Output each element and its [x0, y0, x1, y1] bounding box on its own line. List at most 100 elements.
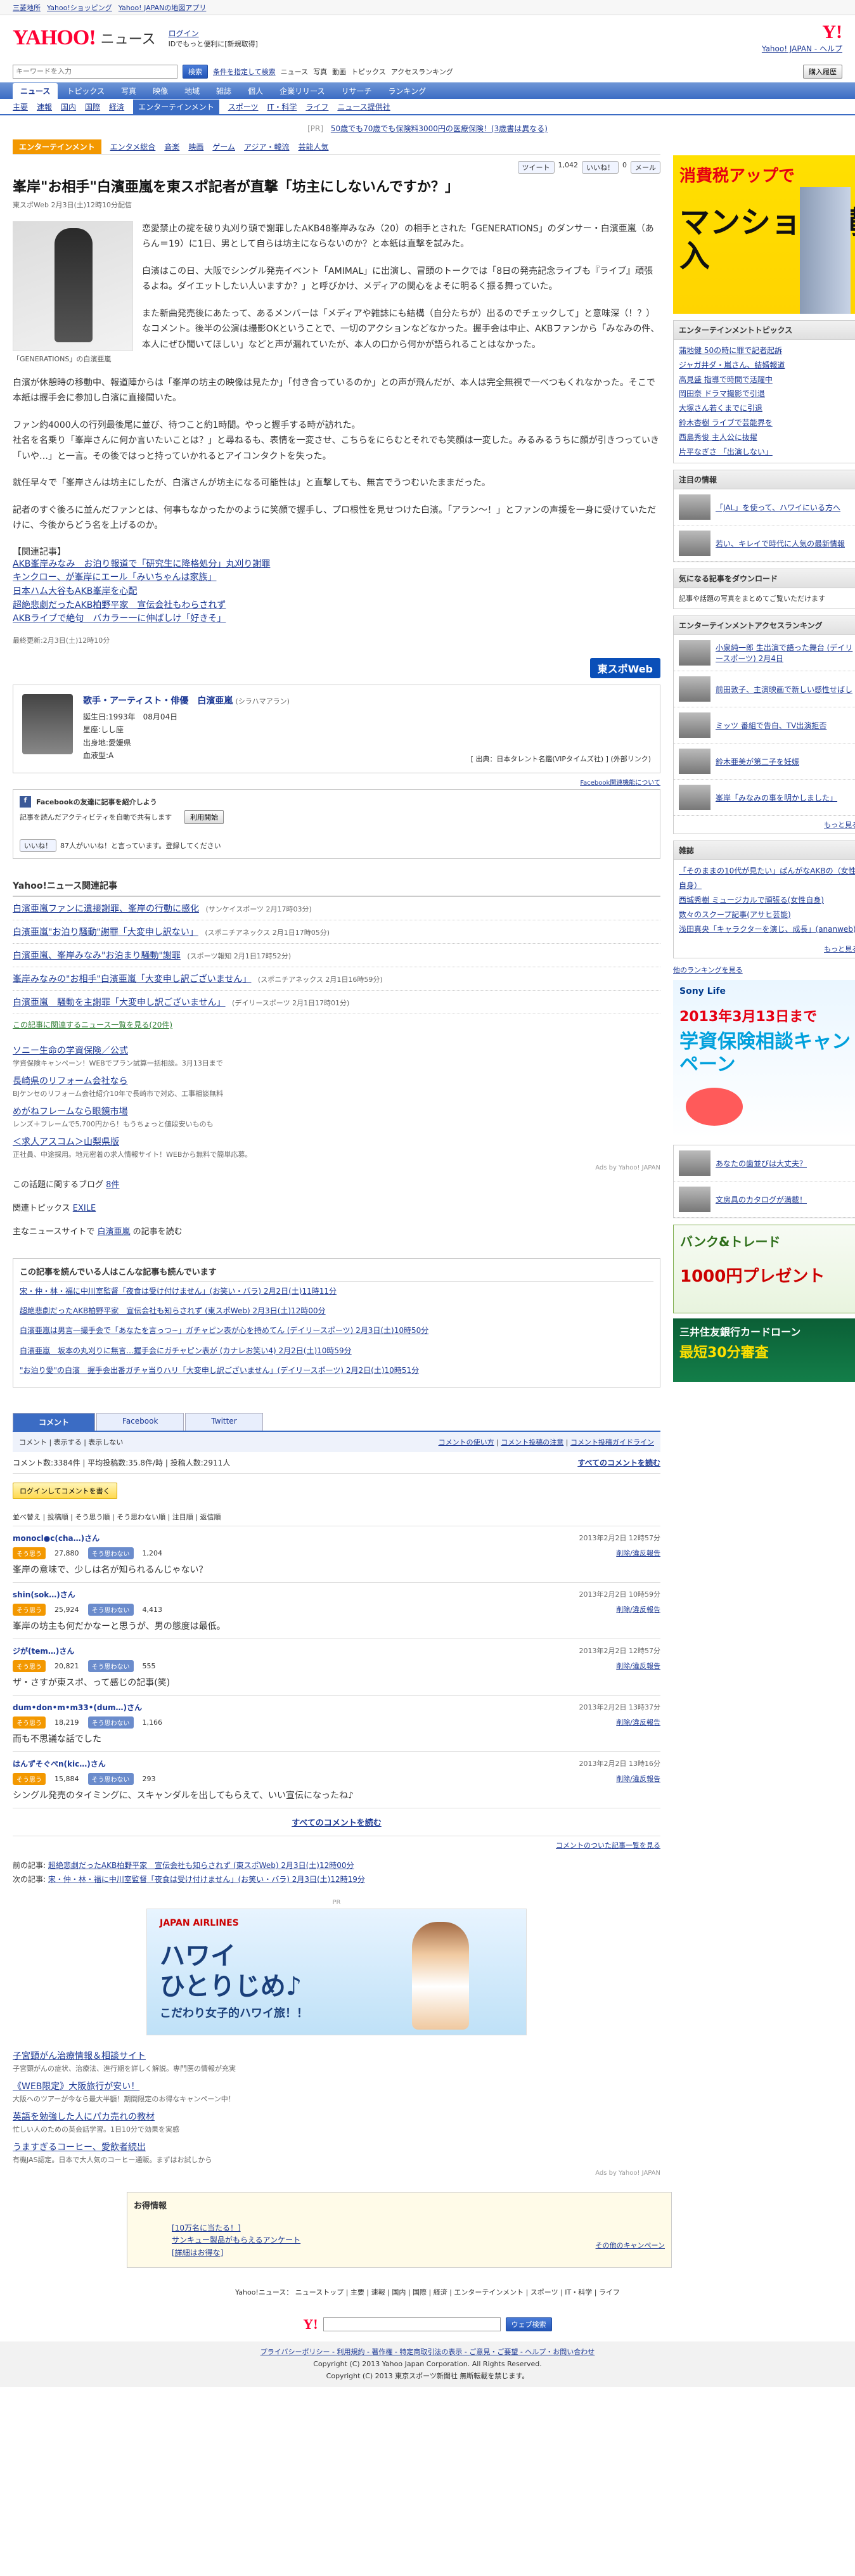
vote-down-button[interactable]: そう思わない: [87, 1603, 134, 1616]
attention-thumb[interactable]: [679, 1187, 710, 1213]
comment-user[interactable]: dum•don•m•m33•(dum…)さん: [13, 1702, 142, 1713]
attention-link[interactable]: 「JAL」を使って、ハワイにいる方へ: [716, 502, 840, 513]
ent-topic-item[interactable]: ジャガ井ダ・嵐さん、結婚報道: [679, 358, 855, 373]
related-link-3[interactable]: 日本ハム大谷もAKB峯岸を心配: [13, 585, 660, 599]
category-movie[interactable]: 映画: [188, 141, 203, 152]
footer-nav[interactable]: Yahoo!ニュース： ニューストップ | 主要 | 速報 | 国内 | 国際 …: [0, 2287, 855, 2297]
magazine-item[interactable]: 「そのままの10代が見たい」ぱんがなAKBの（女性自身）: [679, 864, 855, 893]
bank-ad-banner[interactable]: バンク&トレード 1000円プレゼント: [673, 1225, 855, 1314]
ad-title[interactable]: 《WEB限定》大阪旅行が安い！: [13, 2080, 660, 2092]
attention-thumb[interactable]: [679, 531, 710, 557]
related-link-5[interactable]: AKBライブで絶句 バカラー一に伸ばしけ「好きそ」: [13, 612, 660, 626]
comment-sort[interactable]: 並べ替え | 投稿順 | そう思う順 | そう思わない順 | 注目順 | 返信順: [13, 1508, 660, 1526]
pr-banner-link[interactable]: 50歳でも70歳でも保険料3000円の医療保険！(3歳書は異なる): [331, 124, 548, 133]
ranking-thumb[interactable]: [679, 676, 710, 702]
tab-twitter[interactable]: Twitter: [185, 1412, 263, 1431]
comment-guideline-link[interactable]: コメント投稿ガイドライン: [570, 1438, 654, 1446]
report-link[interactable]: 削除/違反報告: [616, 1774, 660, 1784]
vote-up-button[interactable]: そう思う: [13, 1716, 46, 1729]
nav-personal[interactable]: 個人: [240, 83, 271, 99]
related-news-title[interactable]: 白濱亜嵐、峯岸みなみ"お泊まり騒動"謝罪: [13, 951, 181, 961]
related-link-4[interactable]: 超絶悲劇だったAKB柏野平家 宣伝会社もわらされず: [13, 599, 660, 613]
advanced-search-link[interactable]: 条件を指定して検索: [213, 67, 276, 77]
nav-news[interactable]: ニュース: [13, 83, 58, 99]
ranking-thumb[interactable]: [679, 712, 710, 738]
ranking-more-link[interactable]: もっと見る: [824, 821, 855, 829]
other-ranking-link[interactable]: 他のランキングを見る: [673, 966, 743, 974]
ad-title[interactable]: うますぎるコーヒー、愛飲者続出: [13, 2141, 660, 2153]
commented-articles-link[interactable]: コメントのついた記事一覧を見る: [556, 1841, 660, 1850]
tosupo-logo[interactable]: 東スポWeb: [589, 658, 660, 679]
tab-facebook[interactable]: Facebook: [96, 1412, 184, 1431]
magazine-item[interactable]: 西城秀樹 ミュージカルで頑張る(女性自身): [679, 893, 855, 908]
blog-count[interactable]: 8件: [106, 1180, 119, 1190]
ranking-link[interactable]: ミッツ 番組で告白、TV出演拒否: [716, 720, 826, 731]
tweet-button[interactable]: ツイート: [517, 161, 555, 174]
category-asia[interactable]: アジア・韓流: [244, 141, 290, 152]
attention-thumb[interactable]: [679, 494, 710, 520]
like-button[interactable]: いいね！: [582, 161, 619, 174]
comment-user[interactable]: はんずそぐぺn(kic…)さん: [13, 1758, 106, 1769]
mail-button[interactable]: メール: [631, 161, 660, 174]
ranking-link[interactable]: 前田敦子、主演映画で新しい感性せばし: [716, 684, 852, 695]
vote-down-button[interactable]: そう思わない: [87, 1772, 134, 1785]
report-link[interactable]: 削除/違反報告: [616, 1604, 660, 1614]
nav-photo[interactable]: 写真: [113, 83, 144, 99]
ranking-link[interactable]: 峯岸「みなみの事を明かしました」: [716, 792, 837, 803]
ad-title[interactable]: めがねフレームなら眼鏡市場: [13, 1105, 660, 1117]
related-news-title[interactable]: 白濱亜嵐ファンに遺接謝罪、峯岸の行動に感化: [13, 904, 199, 914]
related-news-more[interactable]: この記事に関連するニュース一覧を見る(20件): [13, 1019, 660, 1030]
ranking-link[interactable]: 小泉純一郎 生出演で語った舞台 (デイリースポーツ) 2月4日: [716, 642, 855, 664]
nav-region[interactable]: 地域: [177, 83, 207, 99]
comment-user[interactable]: ジが(tem…)さん: [13, 1645, 74, 1656]
related-link-1[interactable]: AKB峯岸みなみ お泊り報道で「研究生に降格処分」丸刈り謝罪: [13, 558, 660, 572]
topbar-link-2[interactable]: Yahoo!ショッピング: [47, 3, 112, 13]
ranking-thumb[interactable]: [679, 640, 710, 666]
ad-title[interactable]: 英語を勉強した人にパカ売れの教材: [13, 2110, 660, 2123]
related-news-title[interactable]: 峯岸みなみの"お相手"白濱亜嵐「大変申し訳ございません」: [13, 974, 251, 984]
nav-research[interactable]: リサーチ: [334, 83, 380, 99]
comment-note-link[interactable]: コメント投稿の注意: [501, 1438, 563, 1446]
search-input[interactable]: [13, 65, 177, 79]
related-news-title[interactable]: 白濱亜嵐 騒動を主謝罪「大変申し訳ございません」: [13, 998, 226, 1008]
tab-comments[interactable]: コメント: [13, 1412, 96, 1431]
ent-topic-item[interactable]: 片平なぎさ 「出演しない」: [679, 445, 855, 460]
yahoo-japan-icon[interactable]: Y!: [762, 22, 842, 43]
ads-by-label[interactable]: Ads by Yahoo! JAPAN: [13, 1164, 660, 1171]
vote-down-button[interactable]: そう思わない: [87, 1547, 134, 1559]
all-comments-link[interactable]: すべてのコメントを読む: [577, 1457, 660, 1468]
tax-ad-banner[interactable]: 消費税アップで マンション購入: [673, 155, 855, 314]
search-target-photo[interactable]: 写真: [313, 67, 327, 77]
subnav-international[interactable]: 国際: [85, 101, 100, 112]
vote-up-button[interactable]: そう思う: [13, 1659, 46, 1672]
subnav-life[interactable]: ライフ: [305, 101, 328, 112]
profile-name[interactable]: 歌手・アーティスト・俳優 白濱亜嵐: [83, 696, 233, 706]
avatar[interactable]: [22, 694, 73, 755]
read-all-comments-link[interactable]: すべてのコメントを読む: [292, 1819, 382, 1828]
vote-down-button[interactable]: そう思わない: [87, 1716, 134, 1729]
also-read-item[interactable]: "お泊り愛"の白濱 握手会出番ガチャ当りハリ「大変申し訳ございません」(デイリー…: [20, 1361, 653, 1381]
ent-topic-item[interactable]: 大塚さん若くまでに引退: [679, 401, 855, 416]
facebook-like-button[interactable]: いいね！: [20, 839, 56, 853]
vote-up-button[interactable]: そう思う: [13, 1772, 46, 1785]
ranking-thumb[interactable]: [679, 785, 710, 811]
magazine-more-link[interactable]: もっと見る: [824, 945, 855, 953]
attention-link[interactable]: 文房具のカタログが満載！: [716, 1194, 807, 1205]
footer-yahoo-icon[interactable]: Y!: [303, 2316, 318, 2333]
ad-title[interactable]: ＜求人アスコム＞山梨県版: [13, 1135, 660, 1148]
help-link[interactable]: Yahoo! JAPAN - ヘルプ: [762, 43, 842, 54]
attention-thumb[interactable]: [679, 1150, 710, 1176]
topbar-link-1[interactable]: 三菱地所: [13, 3, 41, 13]
prev-article-link[interactable]: 超絶悲劇だったAKB柏野平家 宣伝会社も知らされず (東スポWeb) 2月3日(…: [48, 1861, 354, 1870]
next-article-link[interactable]: 宋・仲・林・福に中川室監督「夜食は受け付けません」(お笑い・バラ) 2月3日(土…: [48, 1875, 365, 1884]
login-to-comment-button[interactable]: ログインしてコメントを書く: [13, 1482, 117, 1499]
footer-link-row[interactable]: プライバシーポリシー - 利用規約 - 著作権 - 特定商取引法の表示 - ご意…: [5, 2347, 850, 2359]
category-music[interactable]: 音楽: [164, 141, 179, 152]
nav-topics[interactable]: トピックス: [59, 83, 112, 99]
report-link[interactable]: 削除/違反報告: [616, 1661, 660, 1671]
search-target-topics[interactable]: トピックス: [351, 67, 386, 77]
ads-by-label[interactable]: Ads by Yahoo! JAPAN: [13, 2170, 660, 2177]
subnav-entertainment[interactable]: エンターテインメント: [133, 99, 219, 114]
sony-ad-banner[interactable]: Sony Life 2013年3月13日まで 学資保険相談キャンペーン: [673, 980, 855, 1139]
purchase-history-button[interactable]: 購入履歴: [803, 65, 842, 79]
